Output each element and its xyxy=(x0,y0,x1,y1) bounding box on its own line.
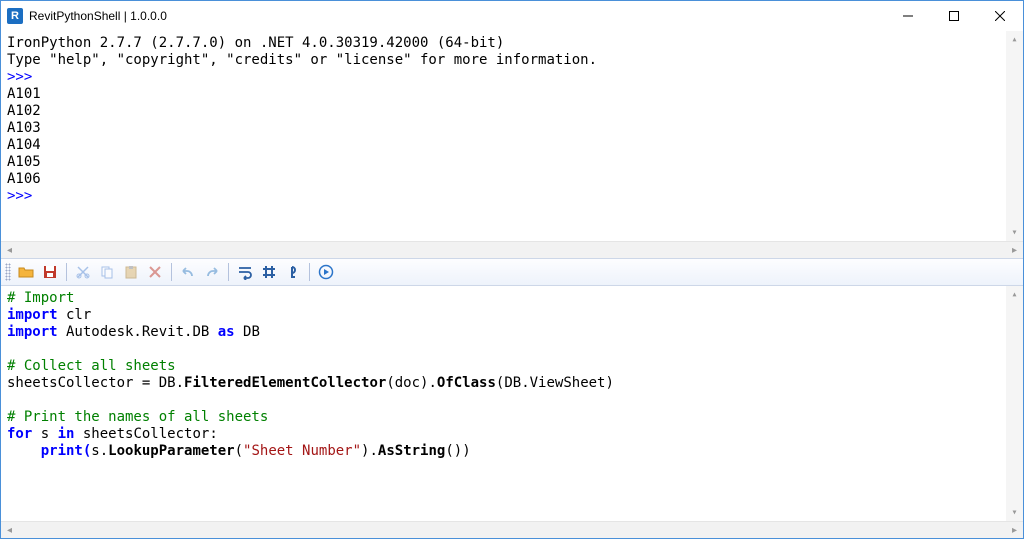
code-text: (doc). xyxy=(386,375,437,391)
code-text: Autodesk.Revit.DB xyxy=(58,324,218,340)
code-comment: # Import xyxy=(7,290,74,306)
output-line: A106 xyxy=(7,171,41,187)
code-text: ). xyxy=(361,443,378,459)
code-text: ()) xyxy=(445,443,470,459)
code-keyword: import xyxy=(7,324,58,340)
code-keyword: in xyxy=(58,426,75,442)
code-text: sheetsCollector: xyxy=(74,426,217,442)
code-editor[interactable]: # Import import clr import Autodesk.Revi… xyxy=(1,286,1023,521)
open-button[interactable] xyxy=(15,261,37,283)
output-line: A104 xyxy=(7,137,41,153)
code-text: sheetsCollector = DB. xyxy=(7,375,184,391)
copy-button[interactable] xyxy=(96,261,118,283)
editor-vscrollbar[interactable]: ▴ ▾ xyxy=(1006,286,1023,521)
code-call: LookupParameter xyxy=(108,443,234,459)
code-text: DB xyxy=(235,324,260,340)
code-text: clr xyxy=(58,307,92,323)
code-call: print( xyxy=(41,443,92,459)
code-text: ( xyxy=(235,443,243,459)
code-comment: # Print the names of all sheets xyxy=(7,409,268,425)
output-hscrollbar[interactable]: ◂ ▸ xyxy=(1,241,1023,258)
scroll-down-icon[interactable]: ▾ xyxy=(1006,224,1023,241)
delete-button[interactable] xyxy=(144,261,166,283)
scroll-down-icon[interactable]: ▾ xyxy=(1006,504,1023,521)
grid-button[interactable] xyxy=(258,261,280,283)
scroll-right-icon[interactable]: ▸ xyxy=(1006,242,1023,259)
prompt: >>> xyxy=(7,188,41,204)
close-button[interactable] xyxy=(977,1,1023,31)
whitespace-button[interactable] xyxy=(282,261,304,283)
scroll-up-icon[interactable]: ▴ xyxy=(1006,286,1023,303)
output-line: A102 xyxy=(7,103,41,119)
editor-toolbar xyxy=(1,258,1023,286)
code-string: "Sheet Number" xyxy=(243,443,361,459)
code-text: (DB.ViewSheet) xyxy=(496,375,614,391)
code-call: OfClass xyxy=(437,375,496,391)
editor-hscrollbar[interactable]: ◂ ▸ xyxy=(1,521,1023,538)
prompt: >>> xyxy=(7,69,41,85)
app-window: R RevitPythonShell | 1.0.0.0 IronPython … xyxy=(0,0,1024,539)
banner-line: IronPython 2.7.7 (2.7.7.0) on .NET 4.0.3… xyxy=(7,35,504,51)
undo-button[interactable] xyxy=(177,261,199,283)
code-keyword: as xyxy=(218,324,235,340)
code-comment: # Collect all sheets xyxy=(7,358,176,374)
scroll-left-icon[interactable]: ◂ xyxy=(1,242,18,259)
code-indent xyxy=(7,443,41,459)
console-output[interactable]: IronPython 2.7.7 (2.7.7.0) on .NET 4.0.3… xyxy=(1,31,1023,241)
scroll-right-icon[interactable]: ▸ xyxy=(1006,522,1023,539)
code-keyword: for xyxy=(7,426,32,442)
output-line: A105 xyxy=(7,154,41,170)
output-line: A103 xyxy=(7,120,41,136)
code-text: s. xyxy=(91,443,108,459)
cut-button[interactable] xyxy=(72,261,94,283)
code-keyword: import xyxy=(7,307,58,323)
code-call: FilteredElementCollector xyxy=(184,375,386,391)
output-vscrollbar[interactable]: ▴ ▾ xyxy=(1006,31,1023,241)
toolbar-grip xyxy=(5,263,11,281)
code-text: s xyxy=(32,426,57,442)
wordwrap-button[interactable] xyxy=(234,261,256,283)
save-button[interactable] xyxy=(39,261,61,283)
titlebar[interactable]: R RevitPythonShell | 1.0.0.0 xyxy=(1,1,1023,31)
app-icon: R xyxy=(7,8,23,24)
minimize-button[interactable] xyxy=(885,1,931,31)
scroll-up-icon[interactable]: ▴ xyxy=(1006,31,1023,48)
paste-button[interactable] xyxy=(120,261,142,283)
output-line: A101 xyxy=(7,86,41,102)
scroll-left-icon[interactable]: ◂ xyxy=(1,522,18,539)
banner-line: Type "help", "copyright", "credits" or "… xyxy=(7,52,597,68)
maximize-button[interactable] xyxy=(931,1,977,31)
window-title: RevitPythonShell | 1.0.0.0 xyxy=(29,9,167,23)
redo-button[interactable] xyxy=(201,261,223,283)
run-button[interactable] xyxy=(315,261,337,283)
code-call: AsString xyxy=(378,443,445,459)
